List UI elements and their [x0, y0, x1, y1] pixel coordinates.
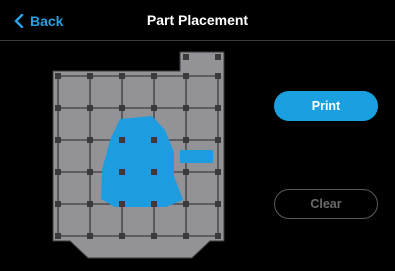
grid-node — [183, 73, 189, 79]
grid-node — [119, 201, 125, 207]
grid-node — [151, 137, 157, 143]
grid-node — [87, 137, 93, 143]
grid-node — [151, 105, 157, 111]
grid-node — [119, 233, 125, 239]
grid-node — [87, 105, 93, 111]
grid-node — [55, 233, 61, 239]
grid-node — [151, 73, 157, 79]
build-plate-view — [52, 51, 225, 259]
grid-node — [183, 137, 189, 143]
grid-node — [151, 233, 157, 239]
grid-node — [87, 169, 93, 175]
grid-node — [215, 137, 221, 143]
grid-node — [55, 105, 61, 111]
clear-button[interactable]: Clear — [274, 189, 378, 219]
grid-node — [215, 169, 221, 175]
grid-node — [119, 73, 125, 79]
grid-node — [55, 201, 61, 207]
grid-node — [183, 201, 189, 207]
grid-node — [183, 105, 189, 111]
grid-node — [215, 54, 221, 60]
grid-node — [55, 169, 61, 175]
grid-node — [151, 201, 157, 207]
grid-node — [55, 137, 61, 143]
grid-node — [151, 169, 157, 175]
grid-node — [215, 201, 221, 207]
grid-node — [183, 54, 189, 60]
grid-node — [215, 233, 221, 239]
grid-node — [119, 105, 125, 111]
grid-node — [55, 73, 61, 79]
grid-node — [87, 201, 93, 207]
grid-node — [119, 137, 125, 143]
grid-node — [87, 233, 93, 239]
part-small[interactable] — [180, 150, 213, 163]
grid-node — [119, 169, 125, 175]
grid-node — [183, 169, 189, 175]
grid-node — [215, 105, 221, 111]
grid-node — [183, 233, 189, 239]
print-button[interactable]: Print — [274, 91, 378, 121]
grid-node — [87, 73, 93, 79]
grid-node — [215, 73, 221, 79]
